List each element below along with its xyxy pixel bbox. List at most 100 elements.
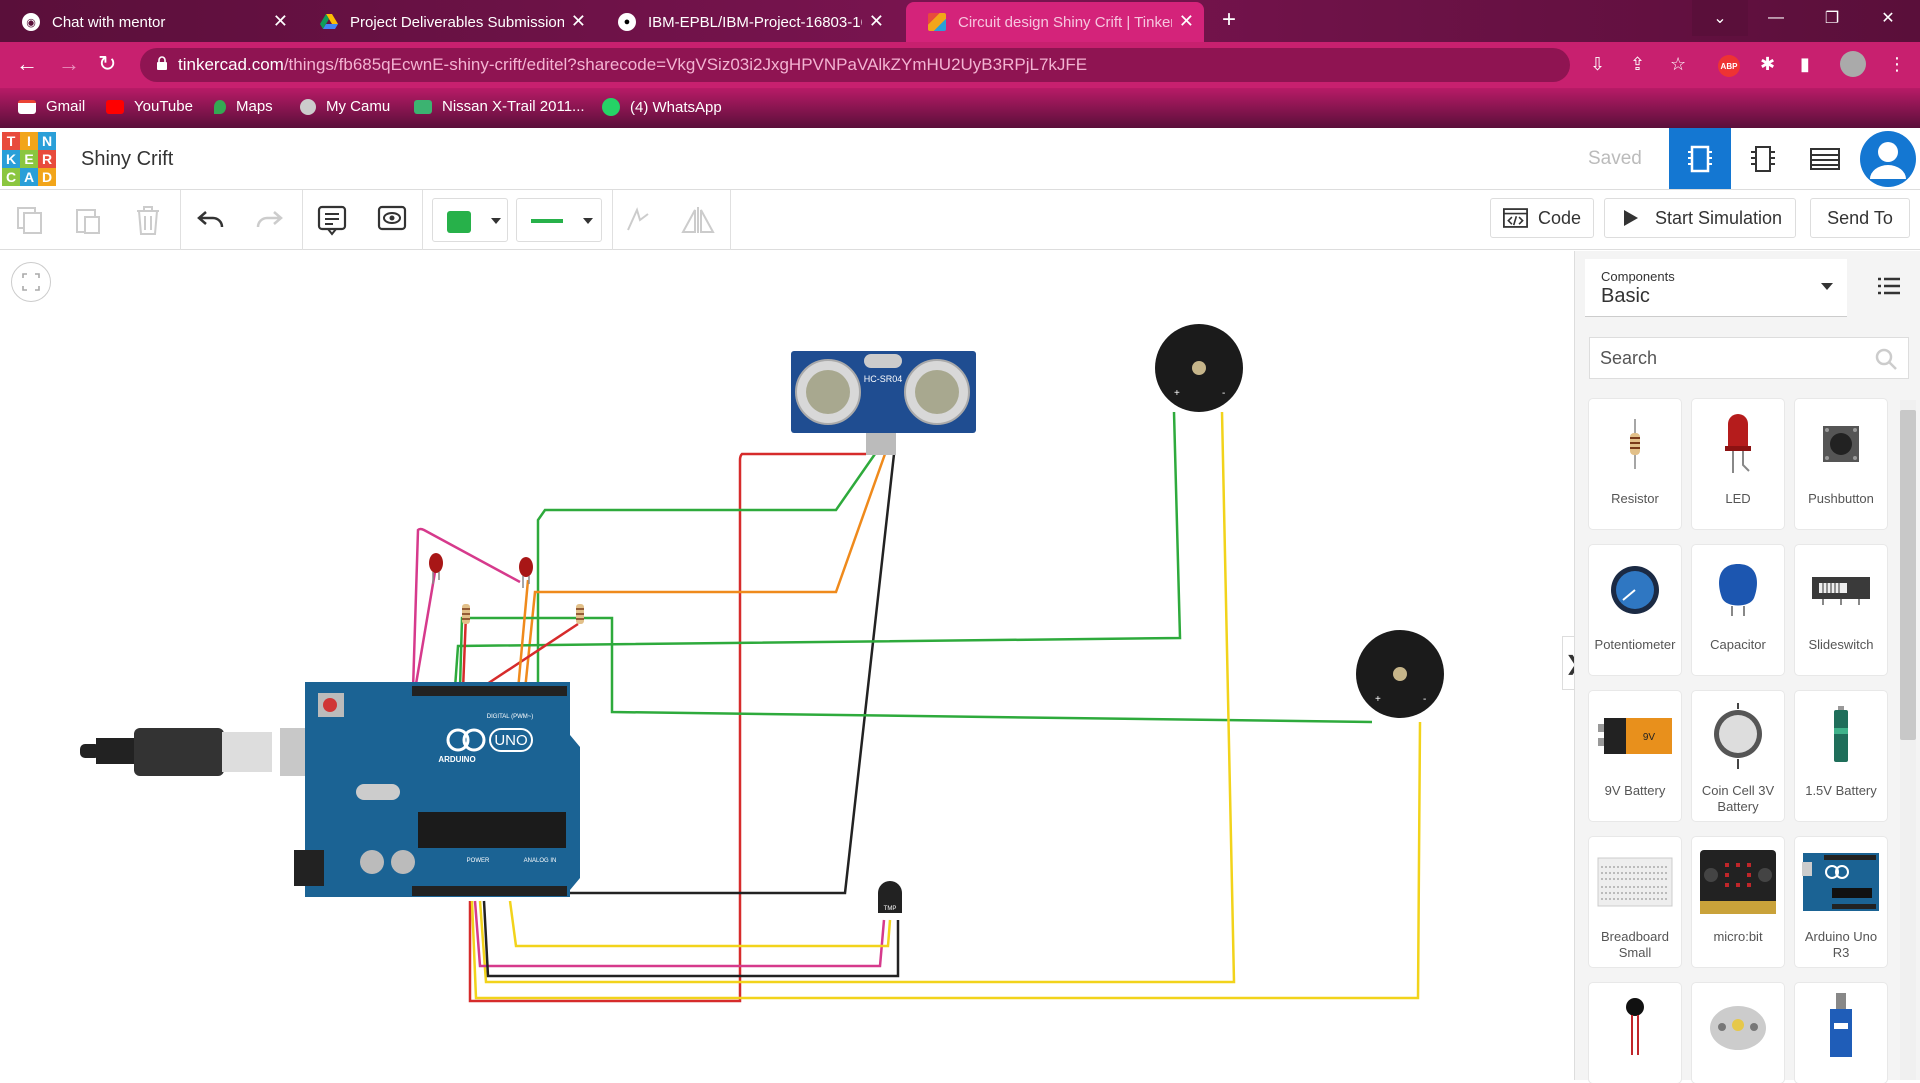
breadboard-icon bbox=[1589, 837, 1681, 927]
piezo-buzzer[interactable]: + - bbox=[1356, 630, 1444, 718]
wire-yellow[interactable] bbox=[478, 411, 1236, 984]
component-servo[interactable] bbox=[1795, 983, 1887, 1083]
browser-tab[interactable]: ● IBM-EPBL/IBM-Project-16803-16 ✕ bbox=[596, 2, 894, 42]
component-coin-cell[interactable]: Coin Cell 3V Battery bbox=[1692, 691, 1784, 821]
circuit-view-button[interactable] bbox=[1669, 128, 1731, 189]
browser-tab[interactable]: Project Deliverables Submission ✕ bbox=[298, 2, 596, 42]
wire-yellow[interactable] bbox=[508, 900, 892, 948]
restore-icon[interactable]: ❐ bbox=[1804, 0, 1860, 36]
install-icon[interactable]: ⇩ bbox=[1590, 54, 1605, 75]
window-close-icon[interactable]: ✕ bbox=[1860, 0, 1916, 36]
panel-scrollbar[interactable] bbox=[1900, 410, 1916, 740]
logo-letter: E bbox=[20, 150, 38, 168]
copy-button[interactable] bbox=[12, 202, 48, 238]
side-panel-icon[interactable]: ▮ bbox=[1800, 54, 1810, 75]
led[interactable] bbox=[429, 553, 443, 584]
bookmark-nissan[interactable]: Nissan X-Trail 2011... bbox=[414, 98, 585, 115]
close-icon[interactable]: ✕ bbox=[571, 11, 586, 32]
tab-search-icon[interactable]: ⌄ bbox=[1692, 0, 1748, 36]
list-view-icon[interactable] bbox=[1877, 277, 1901, 295]
bookmark-mycamu[interactable]: My Camu bbox=[300, 98, 390, 115]
forward-icon[interactable]: → bbox=[58, 51, 80, 77]
battery-label: 9V bbox=[1643, 732, 1656, 743]
minimize-icon[interactable]: — bbox=[1748, 0, 1804, 36]
project-title[interactable]: Shiny Crift bbox=[81, 148, 173, 171]
url-path: /things/fb685qEcwnE-shiny-crift/editel?s… bbox=[283, 55, 1088, 74]
profile-avatar[interactable] bbox=[1840, 51, 1866, 77]
schematic-view-button[interactable] bbox=[1732, 128, 1794, 189]
url-field[interactable]: tinkercad.com/things/fb685qEcwnE-shiny-c… bbox=[140, 48, 1570, 82]
search-icon[interactable] bbox=[1874, 347, 1898, 371]
extensions-icon[interactable]: ✱ bbox=[1760, 54, 1775, 75]
component-slideswitch[interactable]: Slideswitch bbox=[1795, 545, 1887, 675]
bookmark-whatsapp[interactable]: (4) WhatsApp bbox=[602, 98, 722, 116]
component-vibration-motor[interactable] bbox=[1589, 983, 1681, 1083]
temperature-sensor[interactable]: TMP bbox=[878, 881, 902, 913]
component-dc-motor[interactable] bbox=[1692, 983, 1784, 1083]
component-pushbutton[interactable]: Pushbutton bbox=[1795, 399, 1887, 529]
wire-green[interactable] bbox=[458, 616, 1373, 724]
wire-red[interactable] bbox=[477, 622, 579, 692]
browser-tab-strip: ◉ Chat with mentor ✕ Project Deliverable… bbox=[0, 0, 1920, 42]
notes-button[interactable] bbox=[314, 202, 350, 238]
wire-yellow[interactable] bbox=[470, 721, 1422, 1000]
tinkercad-logo[interactable]: T I N K E R C A D bbox=[2, 132, 56, 186]
logo-letter: C bbox=[2, 168, 20, 186]
notes-visibility-button[interactable] bbox=[374, 202, 410, 238]
resistor[interactable] bbox=[462, 604, 470, 624]
wire-type-picker[interactable] bbox=[516, 198, 602, 242]
component-capacitor[interactable]: Capacitor bbox=[1692, 545, 1784, 675]
color-picker[interactable] bbox=[432, 198, 508, 242]
component-arduino-uno[interactable]: Arduino Uno R3 bbox=[1795, 837, 1887, 967]
undo-button[interactable] bbox=[193, 202, 229, 238]
bookmark-youtube[interactable]: YouTube bbox=[106, 98, 193, 115]
bookmark-star-icon[interactable]: ☆ bbox=[1670, 54, 1686, 75]
wire-pink[interactable] bbox=[413, 565, 438, 691]
code-button[interactable]: Code bbox=[1490, 198, 1594, 238]
search-input[interactable] bbox=[1590, 338, 1860, 378]
share-icon[interactable]: ⇪ bbox=[1630, 54, 1645, 75]
component-led[interactable]: LED bbox=[1692, 399, 1784, 529]
back-icon[interactable]: ← bbox=[16, 51, 38, 77]
menu-kebab-icon[interactable]: ⋮ bbox=[1888, 54, 1906, 75]
component-breadboard-small[interactable]: Breadboard Small bbox=[1589, 837, 1681, 967]
component-list-button[interactable] bbox=[1794, 128, 1856, 189]
start-simulation-button[interactable]: Start Simulation bbox=[1604, 198, 1796, 238]
wire-pink[interactable] bbox=[473, 900, 886, 968]
send-to-button[interactable]: Send To bbox=[1810, 198, 1910, 238]
address-bar: ← → ↻ tinkercad.com/things/fb685qEcwnE-s… bbox=[0, 42, 1920, 88]
led[interactable] bbox=[519, 557, 533, 588]
ultrasonic-sensor[interactable]: HC-SR04 bbox=[791, 351, 976, 455]
battery-aa-icon bbox=[1795, 691, 1887, 781]
arduino-uno-board[interactable]: UNO ARDUINO DIGITAL (PWM~) POWER ANALOG … bbox=[294, 682, 580, 897]
component-category-select[interactable]: Components Basic bbox=[1585, 259, 1847, 317]
paste-button[interactable] bbox=[70, 202, 106, 238]
component-microbit[interactable]: micro:bit bbox=[1692, 837, 1784, 967]
adblock-icon[interactable]: ABP bbox=[1718, 55, 1740, 77]
close-icon[interactable]: ✕ bbox=[869, 11, 884, 32]
piezo-buzzer[interactable]: + - bbox=[1155, 324, 1243, 412]
flip-button[interactable] bbox=[680, 202, 716, 238]
reload-icon[interactable]: ↻ bbox=[98, 51, 116, 77]
component-aa-battery[interactable]: 1.5V Battery bbox=[1795, 691, 1887, 821]
bookmark-gmail[interactable]: Gmail bbox=[18, 98, 85, 115]
wire-black[interactable] bbox=[570, 453, 896, 895]
browser-tab-active[interactable]: Circuit design Shiny Crift | Tinkercad ✕ bbox=[906, 2, 1204, 42]
rotate-button[interactable] bbox=[620, 202, 656, 238]
component-resistor[interactable]: Resistor bbox=[1589, 399, 1681, 529]
pushbutton-icon bbox=[1795, 399, 1887, 489]
wire-green[interactable] bbox=[536, 453, 877, 688]
bookmark-maps[interactable]: Maps bbox=[214, 98, 273, 115]
component-9v-battery[interactable]: 9V 9V Battery bbox=[1589, 691, 1681, 821]
new-tab-icon[interactable]: + bbox=[1222, 6, 1236, 34]
wire-orange[interactable] bbox=[523, 453, 887, 691]
redo-button[interactable] bbox=[251, 202, 287, 238]
wire-red[interactable] bbox=[461, 613, 468, 691]
component-potentiometer[interactable]: Potentiometer bbox=[1589, 545, 1681, 675]
close-icon[interactable]: ✕ bbox=[273, 11, 288, 32]
browser-tab[interactable]: ◉ Chat with mentor ✕ bbox=[0, 2, 298, 42]
user-avatar[interactable] bbox=[1860, 131, 1916, 187]
delete-button[interactable] bbox=[130, 202, 166, 238]
resistor[interactable] bbox=[576, 604, 584, 624]
close-icon[interactable]: ✕ bbox=[1179, 11, 1194, 32]
